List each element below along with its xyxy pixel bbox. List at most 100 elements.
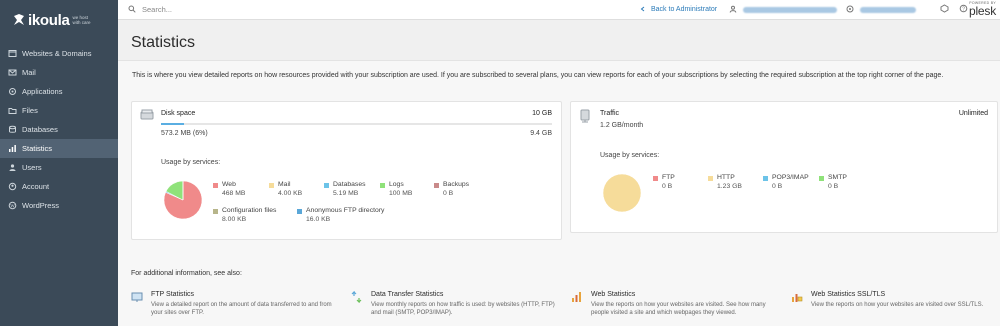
disk-usage-pie-chart xyxy=(163,180,203,220)
legend-swatch xyxy=(213,208,218,214)
help-button[interactable]: ? xyxy=(959,4,968,15)
user-menu[interactable] xyxy=(729,5,838,15)
brand-tagline: we host with care xyxy=(72,15,91,25)
sidebar-item-label: Databases xyxy=(22,125,58,134)
legend-name: Databases xyxy=(333,181,366,188)
subscription-redacted xyxy=(860,6,917,13)
legend-value: 468 MB xyxy=(222,189,246,197)
disk-usage-bar-fill xyxy=(161,123,185,125)
subscription-selector[interactable] xyxy=(846,5,917,15)
ftp-statistics-link[interactable]: FTP Statistics View a detailed report on … xyxy=(131,291,336,317)
traffic-title: Traffic xyxy=(600,110,620,117)
sidebar-item-statistics[interactable]: Statistics xyxy=(0,139,118,158)
legend-item-ftp: FTP 0 B xyxy=(653,174,675,191)
legend-value: 5.19 MB xyxy=(333,189,359,197)
sidebar-item-files[interactable]: Files xyxy=(0,101,118,120)
data-transfer-icon xyxy=(351,290,363,304)
legend-item-http: HTTP 1.23 GB xyxy=(708,174,742,191)
sidebar-item-label: Applications xyxy=(22,87,63,96)
back-link-label: Back to Administrator xyxy=(651,6,718,13)
legend-name: Backups xyxy=(443,181,470,188)
sidebar-nav: Websites & Domains Mail Applications Fil… xyxy=(0,44,118,215)
legend-value: 8.00 KB xyxy=(222,215,247,223)
legend-name: HTTP xyxy=(717,174,735,181)
legend-value: 4.00 KB xyxy=(278,189,303,197)
web-statistics-ssl-icon xyxy=(791,291,803,303)
legend-item-configuration-files: Configuration files 8.00 KB xyxy=(213,207,276,224)
legend-value: 0 B xyxy=(772,182,783,190)
sidebar-item-databases[interactable]: Databases xyxy=(0,120,118,139)
legend-value: 16.0 KB xyxy=(306,215,331,223)
web-statistics-link[interactable]: Web Statistics View the reports on how yo… xyxy=(571,291,776,317)
link-title: FTP Statistics xyxy=(151,291,195,298)
web-statistics-ssl-link[interactable]: Web Statistics SSL/TLS View the reports o… xyxy=(791,291,996,309)
sidebar-item-label: Users xyxy=(22,163,42,172)
sidebar-item-users[interactable]: Users xyxy=(0,158,118,177)
plesk-name: plesk xyxy=(968,4,996,18)
legend-value: 0 B xyxy=(828,182,839,190)
traffic-usage-pie-chart xyxy=(602,173,642,213)
brand-logo[interactable]: ikoula we host with care xyxy=(0,0,118,40)
sidebar-item-label: Statistics xyxy=(22,144,53,153)
disk-usage-by-services-label: Usage by services: xyxy=(161,159,221,166)
link-title: Data Transfer Statistics xyxy=(371,291,444,298)
legend-item-web: Web 468 MB xyxy=(213,181,245,198)
legend-swatch xyxy=(297,208,302,214)
help-icon: ? xyxy=(959,4,968,15)
legend-name: FTP xyxy=(662,174,675,181)
subscription-icon xyxy=(846,5,854,15)
search-icon xyxy=(128,5,136,15)
legend-item-pop3-imap: POP3/IMAP 0 B xyxy=(763,174,809,191)
disk-usage-bar xyxy=(161,123,552,125)
mail-icon xyxy=(8,68,17,77)
additional-info-label: For additional information, see also: xyxy=(131,270,242,277)
legend-name: SMTP xyxy=(828,174,847,181)
legend-swatch xyxy=(213,182,218,188)
legend-swatch xyxy=(819,175,824,181)
legend-swatch xyxy=(708,175,713,181)
sidebar-item-wordpress[interactable]: W WordPress xyxy=(0,196,118,215)
extensions-button[interactable] xyxy=(940,4,949,15)
sidebar-item-websites-domains[interactable]: Websites & Domains xyxy=(0,44,118,63)
legend-value: 0 B xyxy=(443,189,454,197)
disk-space-free: 9.4 GB xyxy=(530,130,552,137)
user-icon xyxy=(8,163,17,172)
wordpress-icon: W xyxy=(8,201,17,210)
user-icon xyxy=(729,5,737,15)
bar-chart-icon xyxy=(8,144,17,153)
legend-name: POP3/IMAP xyxy=(772,174,809,181)
legend-name: Web xyxy=(222,181,236,188)
pie-slice-http xyxy=(602,173,642,213)
link-description: View a detailed report on the amount of … xyxy=(151,302,332,316)
hard-drive-icon xyxy=(140,109,154,123)
sidebar-item-applications[interactable]: Applications xyxy=(0,82,118,101)
legend-swatch xyxy=(269,182,274,188)
page-title: Statistics xyxy=(131,34,196,51)
sidebar-item-label: Websites & Domains xyxy=(22,49,92,58)
back-to-administrator-link[interactable]: Back to Administrator xyxy=(640,6,717,14)
legend-value: 1.23 GB xyxy=(717,182,742,190)
legend-item-logs: Logs 100 MB xyxy=(380,181,412,198)
legend-swatch xyxy=(380,182,385,188)
sidebar-item-mail[interactable]: Mail xyxy=(0,63,118,82)
legend-item-backups: Backups 0 B xyxy=(434,181,469,198)
sidebar-item-account[interactable]: Account xyxy=(0,177,118,196)
related-links: FTP Statistics View a detailed report on … xyxy=(131,290,1000,326)
search-field[interactable]: Search... xyxy=(118,5,588,15)
traffic-limit: Unlimited xyxy=(958,110,988,117)
sidebar-item-label: WordPress xyxy=(22,201,59,210)
username-redacted xyxy=(743,6,838,13)
legend-name: Mail xyxy=(278,181,291,188)
legend-name: Logs xyxy=(389,181,404,188)
extensions-icon xyxy=(940,4,949,15)
database-icon xyxy=(8,125,17,134)
link-description: View the reports on how your websites ar… xyxy=(811,302,984,308)
legend-swatch xyxy=(653,175,658,181)
link-title: Web Statistics xyxy=(591,291,636,298)
data-transfer-statistics-link[interactable]: Data Transfer Statistics View monthly rep… xyxy=(351,290,556,317)
globe-icon xyxy=(8,49,17,58)
brand-name: ikoula xyxy=(28,11,70,29)
disk-space-used: 573.2 MB (6%) xyxy=(161,130,208,137)
search-input[interactable]: Search... xyxy=(142,5,172,14)
account-icon xyxy=(8,182,17,191)
